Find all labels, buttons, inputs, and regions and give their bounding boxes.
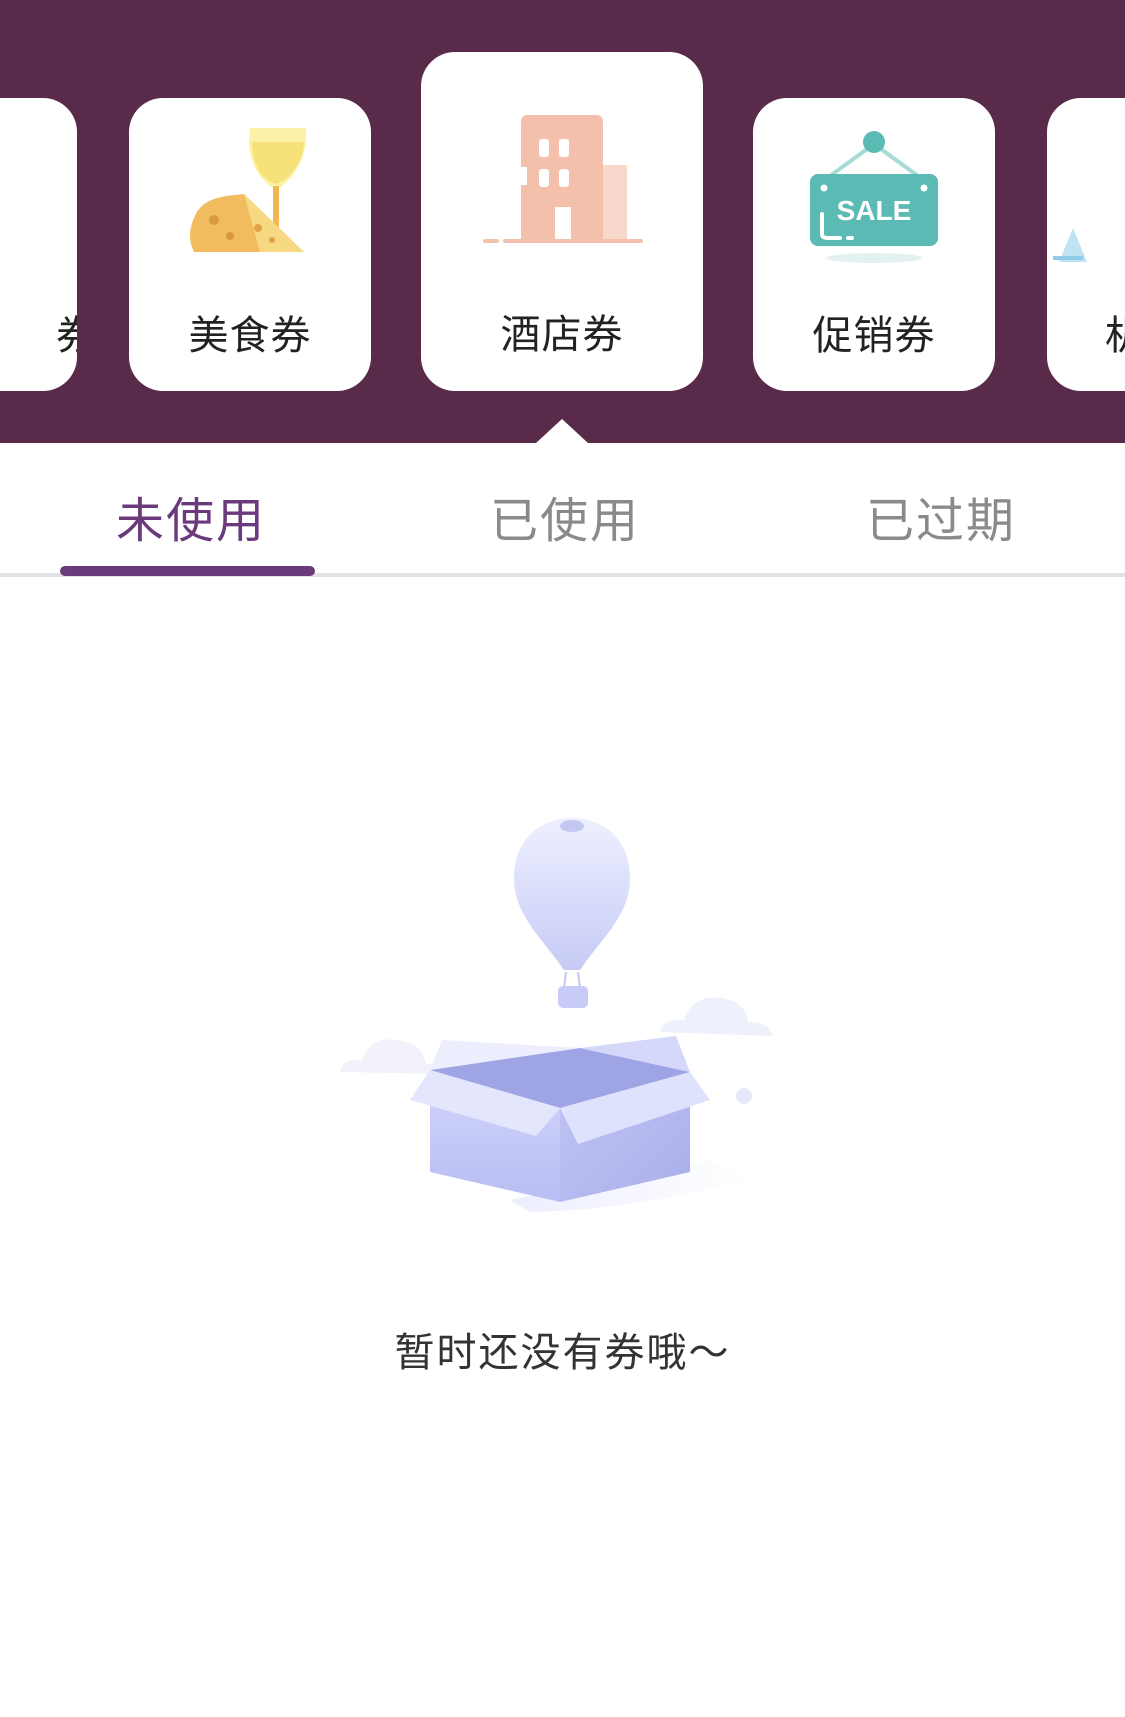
svg-text:SALE: SALE <box>837 195 912 226</box>
category-card-label: 美食券 <box>188 313 312 359</box>
category-card-partial-left[interactable]: 券 <box>0 98 77 391</box>
coupon-category-carousel[interactable]: 券 美食券 <box>0 0 1125 443</box>
category-card-food[interactable]: 美食券 <box>129 98 371 391</box>
hotel-building-icon <box>421 107 703 247</box>
category-card-label: 券 <box>56 303 77 361</box>
category-card-label: 促销券 <box>812 313 936 359</box>
food-cheese-wine-icon <box>129 128 371 268</box>
empty-state-message: 暂时还没有券哦～ <box>394 1330 731 1376</box>
tab-expired[interactable]: 已过期 <box>866 481 1016 551</box>
plane-icon <box>1053 224 1093 268</box>
sale-sign-icon: SALE <box>753 130 995 270</box>
category-card-partial-right[interactable]: 机 <box>1047 98 1125 391</box>
active-tab-indicator <box>60 566 315 576</box>
empty-box-balloon-icon <box>330 800 800 1220</box>
category-card-sale[interactable]: SALE 促销券 <box>753 98 995 391</box>
tab-unused[interactable]: 未使用 <box>116 481 266 551</box>
category-card-hotel[interactable]: 酒店券 <box>421 52 703 391</box>
category-card-label: 机 <box>1105 303 1125 361</box>
tab-used[interactable]: 已使用 <box>490 481 640 551</box>
category-card-label: 酒店券 <box>500 312 624 358</box>
coupon-icon <box>0 158 77 298</box>
selected-category-pointer <box>536 419 588 443</box>
coupon-status-tabs: 未使用 已使用 已过期 <box>0 443 1125 577</box>
